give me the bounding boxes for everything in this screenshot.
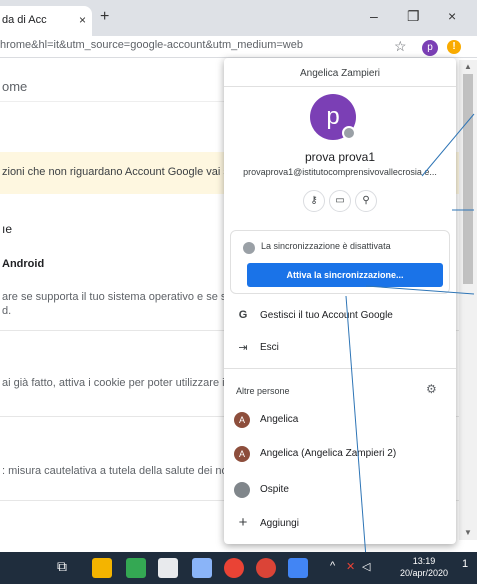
person-avatar: A	[234, 446, 250, 462]
account-email: provaprova1@istitutocomprensivovallecros…	[243, 167, 437, 177]
account-name: Angelica Zampieri	[299, 68, 381, 79]
profile-avatar-button[interactable]: p	[422, 40, 438, 56]
add-person-item[interactable]: + Aggiungi	[224, 512, 456, 536]
guest-label: Ospite	[260, 484, 289, 495]
google-g-icon: G	[238, 309, 248, 321]
add-label: Aggiungi	[260, 518, 299, 529]
tray-status-icon[interactable]: ✕	[346, 560, 355, 573]
clock-time: 13:19	[412, 556, 436, 566]
payment-card-icon[interactable]: ▭	[329, 190, 351, 212]
chrome-icon[interactable]	[224, 558, 244, 578]
manage-account-item[interactable]: G Gestisci il tuo Account Google	[224, 304, 456, 328]
exit-icon: ⇥	[238, 342, 248, 354]
address-bar[interactable]: hrome&hl=it&utm_source=google-account&ut…	[0, 36, 477, 58]
page-text-1b: d.	[2, 305, 12, 317]
browser-tab[interactable]: da di Acc ×	[0, 6, 92, 36]
clock-date: 20/apr/2020	[399, 568, 449, 578]
tab-close-icon[interactable]: ×	[79, 13, 86, 27]
volume-icon[interactable]: ◁	[362, 560, 370, 573]
notification-count: 1	[461, 558, 469, 570]
google-drive-icon[interactable]	[126, 558, 146, 578]
person-item[interactable]: A Angelica (Angelica Zampieri 2)	[224, 442, 456, 466]
turn-on-sync-button[interactable]: Attiva la sincronizzazione...	[247, 263, 443, 287]
other-people-label: Altre persone	[236, 386, 290, 396]
person-name: Angelica	[260, 414, 299, 425]
addresses-pin-icon[interactable]: ⚲	[355, 190, 377, 212]
notification-center-icon[interactable]: 1	[456, 558, 474, 578]
sync-off-icon	[243, 242, 255, 254]
display-name: prova prova1	[304, 150, 376, 164]
managed-badge-icon	[342, 126, 356, 140]
page-text-1a: are se supporta il tuo sistema operativo…	[2, 291, 233, 303]
plus-icon: +	[238, 514, 248, 531]
sync-card: La sincronizzazione è disattivata Attiva…	[230, 230, 450, 294]
page-search-text: ome	[2, 79, 28, 94]
close-window-button[interactable]: ×	[448, 8, 456, 24]
restore-button[interactable]: ❐	[407, 8, 420, 25]
guest-item[interactable]: Ospite	[224, 478, 456, 502]
divider	[224, 368, 456, 369]
snipping-tool-icon[interactable]	[192, 558, 212, 578]
browser-tab-strip: da di Acc × + – ❐ ×	[0, 0, 477, 36]
notice-text: zioni che non riguardano Account Google …	[2, 166, 235, 178]
gear-icon[interactable]: ⚙	[426, 382, 437, 396]
page-text-3: : misura cautelativa a tutela della salu…	[2, 465, 234, 477]
page-scrollbar[interactable]: ▲ ▼	[459, 60, 477, 540]
divider	[224, 86, 456, 87]
minimize-button[interactable]: –	[370, 8, 378, 24]
page-heading: ıe	[2, 222, 13, 236]
windows-taskbar: ⧉ ^ ✕ ◁ 13:19 20/apr/2020 1	[0, 552, 477, 584]
calculator-icon[interactable]	[158, 558, 178, 578]
profile-popup: Angelica Zampieri p prova prova1 provapr…	[224, 58, 456, 544]
android-heading: Android	[2, 258, 45, 270]
system-clock[interactable]: 13:19 20/apr/2020	[398, 555, 450, 579]
sync-status-text: La sincronizzazione è disattivata	[261, 241, 391, 251]
update-alert-icon[interactable]: !	[447, 40, 461, 54]
guest-person-icon	[234, 482, 250, 498]
new-tab-button[interactable]: +	[100, 8, 109, 26]
scroll-down-icon[interactable]: ▼	[464, 528, 472, 537]
logout-item[interactable]: ⇥ Esci	[224, 336, 456, 360]
chrome-profile-icon[interactable]	[256, 558, 276, 578]
person-name: Angelica (Angelica Zampieri 2)	[260, 448, 397, 459]
logout-label: Esci	[260, 342, 279, 353]
task-view-icon[interactable]: ⧉	[52, 558, 72, 578]
person-avatar: A	[234, 412, 250, 428]
scroll-up-icon[interactable]: ▲	[464, 62, 472, 71]
manage-account-label: Gestisci il tuo Account Google	[260, 310, 393, 321]
url-text[interactable]: hrome&hl=it&utm_source=google-account&ut…	[0, 39, 303, 51]
bookmark-star-icon[interactable]: ☆	[394, 38, 407, 55]
passwords-key-icon[interactable]: ⚷	[303, 190, 325, 212]
document-icon[interactable]	[288, 558, 308, 578]
scroll-thumb[interactable]	[463, 74, 473, 284]
tray-chevron-icon[interactable]: ^	[330, 560, 335, 572]
person-item[interactable]: A Angelica	[224, 408, 456, 432]
tab-title: da di Acc	[2, 14, 47, 26]
page-text-2: ai già fatto, attiva i cookie per poter …	[2, 377, 228, 389]
file-explorer-icon[interactable]	[92, 558, 112, 578]
